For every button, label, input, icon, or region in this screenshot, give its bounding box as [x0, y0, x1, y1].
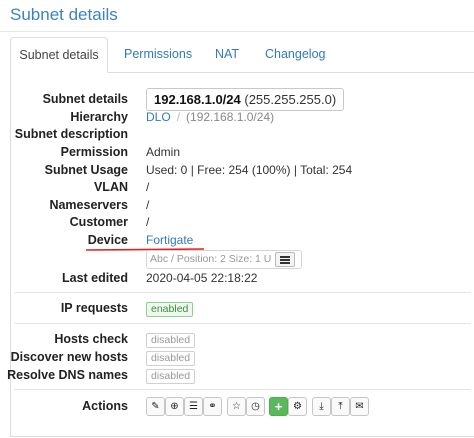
tab-bar: Subnet details Permissions NAT Changelog: [10, 37, 474, 73]
customer-label: Customer: [69, 215, 128, 229]
tab-changelog[interactable]: Changelog: [265, 37, 325, 71]
hosts-check-badge: disabled: [146, 333, 196, 348]
last-edited-label: Last edited: [62, 271, 128, 285]
mail-button[interactable]: ✉: [350, 397, 369, 416]
hosts-check-label: Hosts check: [54, 332, 128, 346]
import-button[interactable]: ⤓: [312, 397, 331, 416]
divider: [14, 323, 471, 324]
subnet-usage-label: Subnet Usage: [44, 163, 128, 177]
divider: [14, 389, 471, 390]
hierarchy-parent-link[interactable]: DLO: [146, 110, 171, 124]
subnet-address-box: 192.168.1.0/24 (255.255.255.0): [146, 88, 345, 111]
resolve-dns-names-badge: disabled: [146, 369, 196, 384]
settings-button[interactable]: ⚙: [288, 397, 307, 416]
tab-subnet-details[interactable]: Subnet details: [10, 37, 108, 73]
vlan-value: /: [146, 180, 150, 194]
ip-requests-badge: enabled: [146, 302, 194, 317]
favourite-button[interactable]: ☆: [227, 397, 246, 416]
vlan-label: VLAN: [93, 180, 128, 194]
customer-value: /: [146, 215, 150, 229]
subnet-address: 192.168.1.0/24: [154, 92, 241, 107]
permission-value: Admin: [146, 145, 181, 159]
ip-requests-label: IP requests: [60, 301, 128, 315]
actions-label: Actions: [82, 399, 128, 413]
discover-new-hosts-label: Discover new hosts: [10, 350, 128, 364]
resolve-dns-names-label: Resolve DNS names: [7, 368, 128, 382]
list-button[interactable]: ☰: [184, 397, 203, 416]
add-button[interactable]: +: [269, 397, 288, 416]
permission-label: Permission: [60, 145, 128, 159]
title-divider: [0, 31, 474, 32]
link-button[interactable]: ⚭: [203, 397, 222, 416]
subnet-usage-value: Used: 0 | Free: 254 (100%) | Total: 254: [146, 163, 353, 177]
divider: [14, 292, 471, 293]
subnet-mask: (255.255.255.0): [244, 92, 337, 107]
device-list-icon[interactable]: [275, 252, 295, 267]
nameservers-value: /: [146, 198, 150, 212]
hierarchy-value: DLO / (192.168.1.0/24): [146, 110, 274, 124]
edit-button[interactable]: ✎: [146, 397, 165, 416]
discover-new-hosts-badge: disabled: [146, 351, 196, 366]
tab-nat[interactable]: NAT: [215, 37, 239, 71]
hierarchy-child: (192.168.1.0/24): [186, 110, 275, 124]
subnet-details-label: Subnet details: [42, 92, 128, 106]
nameservers-label: Nameservers: [49, 198, 128, 212]
tab-permissions[interactable]: Permissions: [124, 37, 192, 71]
hierarchy-label: Hierarchy: [70, 110, 128, 124]
last-edited-value: 2020-04-05 22:18:22: [146, 271, 258, 285]
page-title: Subnet details: [10, 5, 118, 24]
subnet-description-label: Subnet description: [14, 127, 128, 141]
export-button[interactable]: ⤒: [331, 397, 350, 416]
device-label: Device: [87, 233, 128, 247]
device-link[interactable]: Fortigate: [146, 233, 193, 247]
history-button[interactable]: ◷: [246, 397, 265, 416]
hierarchy-separator: /: [176, 110, 181, 124]
add-circle-button[interactable]: ⊕: [165, 397, 184, 416]
